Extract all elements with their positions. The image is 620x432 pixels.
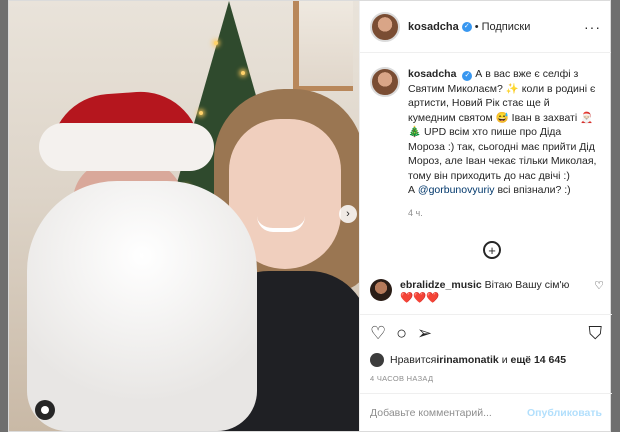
comment-like-icon[interactable]: ♡ [594,279,604,292]
caption-time: 4 ч. [408,207,423,218]
separator-dot: • [474,20,479,33]
comment-input[interactable] [370,406,528,419]
caption-username[interactable]: kosadcha [408,68,456,80]
comment-text: Вітаю Вашу сім'ю [484,279,570,291]
post-actions: ♡ ○ ➢ ⛉ Нравится irinamonatik и ещё 14 6… [360,314,612,383]
likes-middle: и [498,354,511,366]
comment-username[interactable]: ebralidze_music [400,279,482,291]
bookmark-icon[interactable]: ⛉ [589,323,603,344]
caption-tail-prefix: А [408,184,418,196]
photo-santa-beard [27,181,257,431]
comment-composer: Опубликовать [360,393,612,431]
verified-badge-icon: ✓ [462,71,473,81]
avatar[interactable] [370,11,400,42]
plus-circle-icon[interactable]: + [483,241,501,259]
publish-button[interactable]: Опубликовать [527,407,602,419]
person-tag-icon[interactable] [35,400,55,420]
caption-tail-suffix: всі впізнали? :) [494,184,571,196]
caption-body: kosadcha ✓ А в вас вже є селфі з Святим … [408,67,598,220]
post-caption: kosadcha ✓ А в вас вже є селфі з Святим … [360,53,611,220]
action-bar: ♡ ○ ➢ ⛉ [370,323,602,344]
avatar[interactable] [370,67,400,97]
tree-light [199,111,203,115]
photo-santa-hat-band [39,123,214,171]
post-photo[interactable]: › [9,1,359,431]
post-header: kosadcha ✓ • Подписки ··· [360,1,611,53]
likes-user-link[interactable]: irinamonatik [436,354,498,366]
avatar[interactable] [370,353,384,367]
comment-emoji: ❤️❤️❤️ [400,292,440,304]
tree-light [241,71,245,75]
comment-icon[interactable]: ○ [396,323,407,344]
comment-row: ebralidze_music Вітаю Вашу сім'ю ❤️❤️❤️ … [370,279,604,304]
caption-mention-link[interactable]: @gorbunovyuriy [418,184,495,196]
likes-prefix: Нравится [390,354,437,366]
photo-shelf [293,1,353,91]
follow-button[interactable]: Подписки [482,21,531,33]
caption-text: А в вас вже є селфі з Святим Миколаєм? ✨… [408,68,597,182]
author-username[interactable]: kosadcha [408,21,459,33]
chevron-right-icon[interactable]: › [339,205,357,223]
post-sidebar: kosadcha ✓ • Подписки ··· kosadcha ✓ А в… [359,1,612,431]
likes-count-link[interactable]: ещё 14 645 [510,354,566,366]
tree-light [214,41,218,45]
likes-summary: Нравится irinamonatik и ещё 14 645 [370,353,602,367]
comment-content: ebralidze_music Вітаю Вашу сім'ю ❤️❤️❤️ [400,279,569,304]
instagram-post-window: › kosadcha ✓ • Подписки ··· kosadcha ✓ А… [8,0,612,432]
share-icon[interactable]: ➢ [417,323,432,344]
verified-badge-icon: ✓ [461,21,472,32]
more-icon[interactable]: ··· [584,19,601,35]
avatar[interactable] [370,279,392,301]
heart-icon[interactable]: ♡ [370,323,386,344]
post-timestamp: 4 ЧАСОВ НАЗАД [370,374,434,383]
